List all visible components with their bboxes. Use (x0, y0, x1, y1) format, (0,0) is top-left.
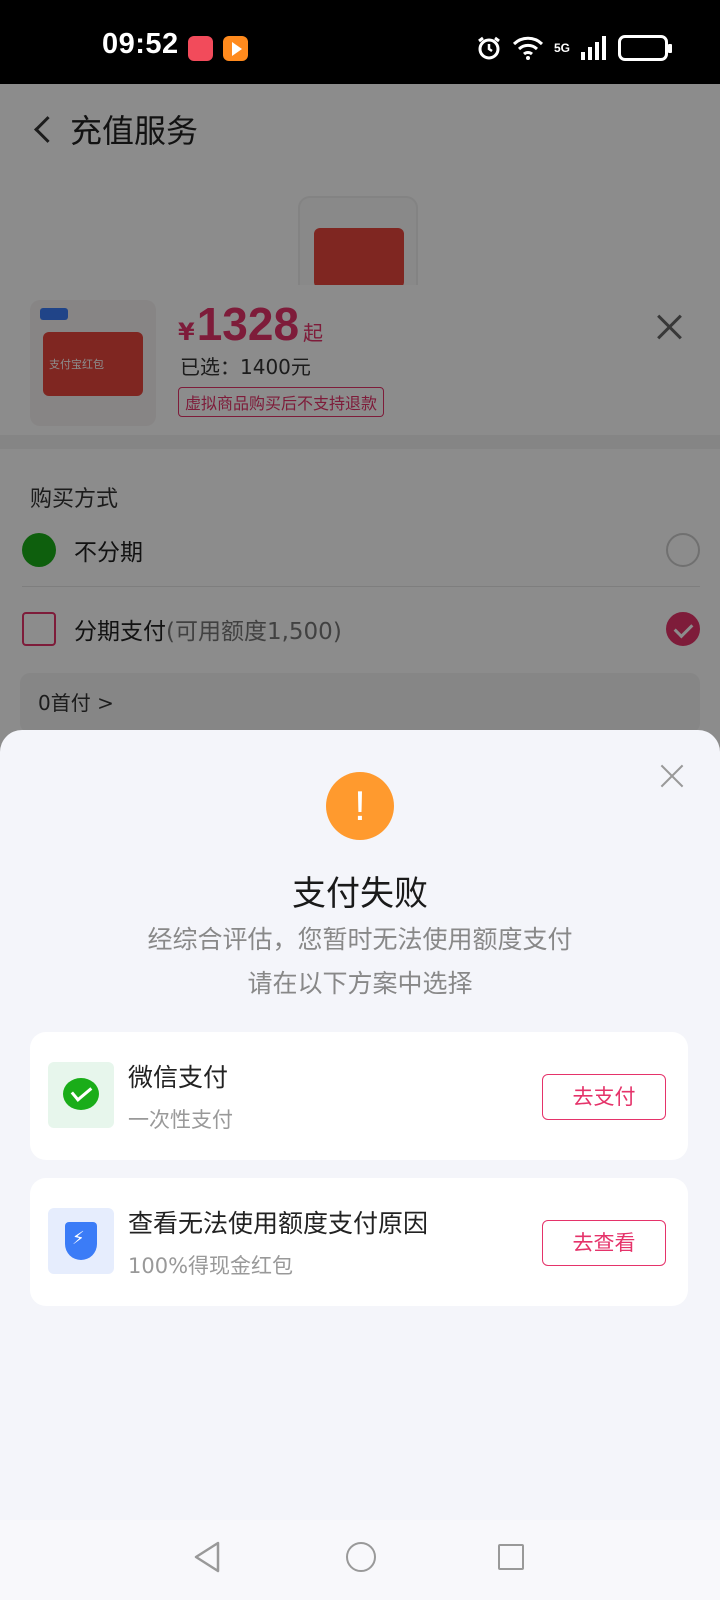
shield-icon (48, 1208, 114, 1274)
card-title: 微信支付 (128, 1063, 229, 1092)
nav-back-icon[interactable] (192, 1540, 222, 1574)
dialog-title: 支付失败 (292, 874, 428, 914)
video-app-icon (223, 36, 248, 61)
close-icon[interactable] (660, 764, 684, 788)
system-nav-bar (0, 1520, 720, 1600)
go-view-button[interactable]: 去查看 (542, 1220, 666, 1266)
wifi-icon (512, 36, 544, 60)
view-reason-card: 查看无法使用额度支付原因 100%得现金红包 去查看 (30, 1178, 688, 1306)
dialog-description-2: 请在以下方案中选择 (247, 969, 473, 998)
warning-icon: ! (326, 772, 394, 840)
card-subtitle: 一次性支付 (128, 1108, 233, 1132)
shopping-app-icon (188, 36, 213, 61)
status-bar: 09:52 5G (0, 0, 720, 84)
dialog-description: 经综合评估，您暂时无法使用额度支付 (147, 925, 573, 954)
status-time: 09:52 (102, 28, 179, 60)
wechat-pay-card: 微信支付 一次性支付 去支付 (30, 1032, 688, 1160)
nav-recents-icon[interactable] (498, 1544, 524, 1570)
battery-icon (618, 35, 672, 61)
card-subtitle: 100%得现金红包 (128, 1254, 294, 1278)
signal-icon (581, 36, 606, 60)
go-pay-button[interactable]: 去支付 (542, 1074, 666, 1120)
status-icons: 5G (476, 30, 672, 66)
wechat-pay-icon (48, 1062, 114, 1128)
card-title: 查看无法使用额度支付原因 (128, 1209, 429, 1238)
nav-home-icon[interactable] (346, 1542, 376, 1572)
alarm-icon (478, 36, 500, 60)
network-type: 5G (553, 41, 570, 55)
payment-failed-dialog: ! 支付失败 经综合评估，您暂时无法使用额度支付 请在以下方案中选择 微信支付 … (0, 730, 720, 1600)
